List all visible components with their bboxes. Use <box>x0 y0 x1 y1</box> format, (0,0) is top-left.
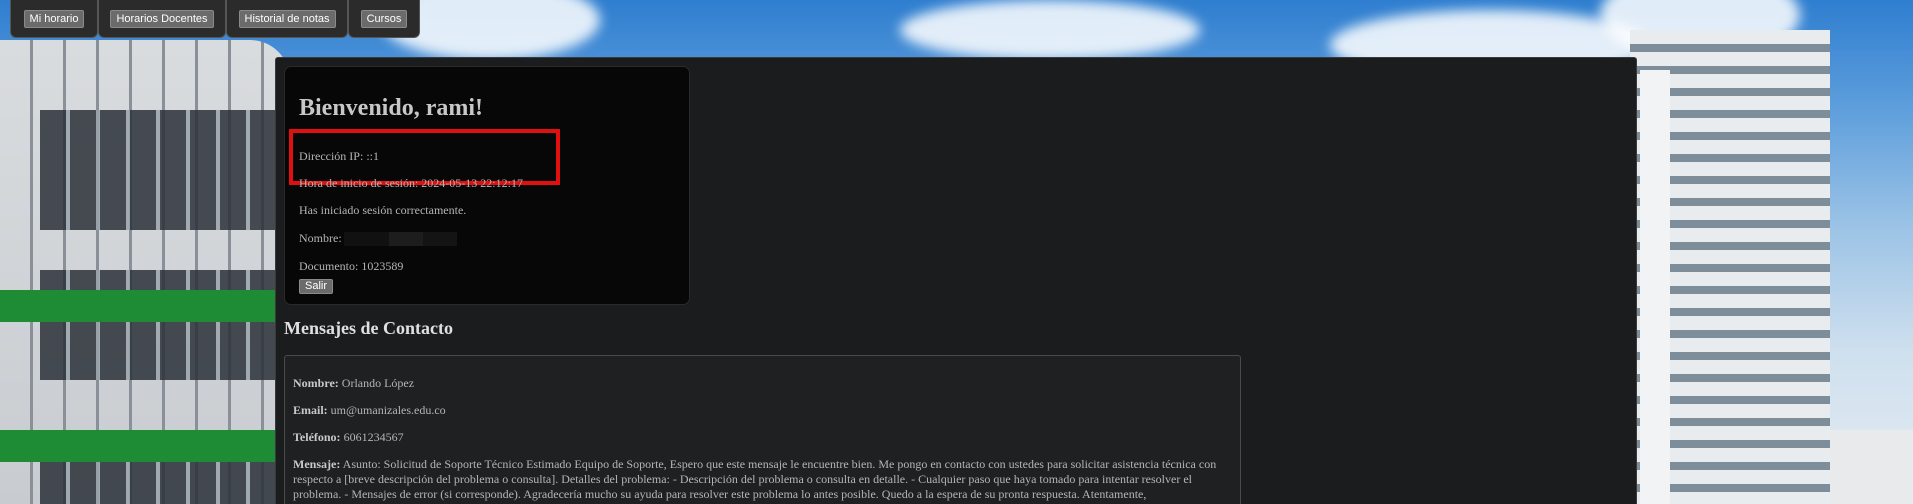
message-body-value: Asunto: Solicitud de Soporte Técnico Est… <box>293 457 1217 501</box>
building-far-right <box>1830 430 1913 504</box>
name-row: Nombre: <box>299 231 457 247</box>
logout-button[interactable]: Salir <box>299 279 334 294</box>
cloud <box>900 0 1200 60</box>
main-panel: Bienvenido, rami! Dirección IP: ::1 Hora… <box>275 57 1637 504</box>
building-left <box>0 40 290 504</box>
message-phone-label: Teléfono: <box>293 430 341 444</box>
nav-item-cursos: Cursos <box>348 0 420 38</box>
horarios-docentes-button[interactable]: Horarios Docentes <box>110 10 214 28</box>
name-label: Nombre: <box>299 231 342 245</box>
welcome-card: Bienvenido, rami! Dirección IP: ::1 Hora… <box>284 66 690 305</box>
message-email-value: um@umanizales.edu.co <box>330 403 446 417</box>
message-body-label: Mensaje: <box>293 457 341 471</box>
historial-notas-button[interactable]: Historial de notas <box>238 10 336 28</box>
message-email-label: Email: <box>293 403 328 417</box>
message-phone-value: 6061234567 <box>343 430 404 444</box>
nav-item-mi-horario: Mi horario <box>10 0 98 38</box>
message-name-label: Nombre: <box>293 376 339 390</box>
message-name-row: Nombre: Orlando López <box>293 376 1222 391</box>
building-right-edge <box>1640 70 1670 504</box>
redacted-name <box>343 232 457 247</box>
nav-item-horarios-docentes: Horarios Docentes <box>98 0 226 38</box>
login-success-text: Has iniciado sesión correctamente. <box>299 203 467 217</box>
document-text: Documento: 1023589 <box>299 259 404 273</box>
message-body-row: Mensaje: Asunto: Solicitud de Soporte Té… <box>293 457 1222 502</box>
login-time-text: Hora de inicio de sesión: 2024-05-13 22:… <box>299 176 523 190</box>
nav-item-historial-notas: Historial de notas <box>226 0 348 38</box>
contact-message-card: Nombre: Orlando López Email: um@umanizal… <box>284 355 1241 504</box>
welcome-title: Bienvenido, rami! <box>299 95 483 121</box>
ip-address-text: Dirección IP: ::1 <box>299 149 379 163</box>
top-nav: Mi horario Horarios Docentes Historial d… <box>10 0 420 38</box>
message-phone-row: Teléfono: 6061234567 <box>293 430 1222 445</box>
contact-messages-title: Mensajes de Contacto <box>284 318 453 338</box>
message-name-value: Orlando López <box>341 376 415 390</box>
cursos-button[interactable]: Cursos <box>360 10 408 28</box>
message-email-row: Email: um@umanizales.edu.co <box>293 403 1222 418</box>
mi-horario-button[interactable]: Mi horario <box>23 10 85 28</box>
